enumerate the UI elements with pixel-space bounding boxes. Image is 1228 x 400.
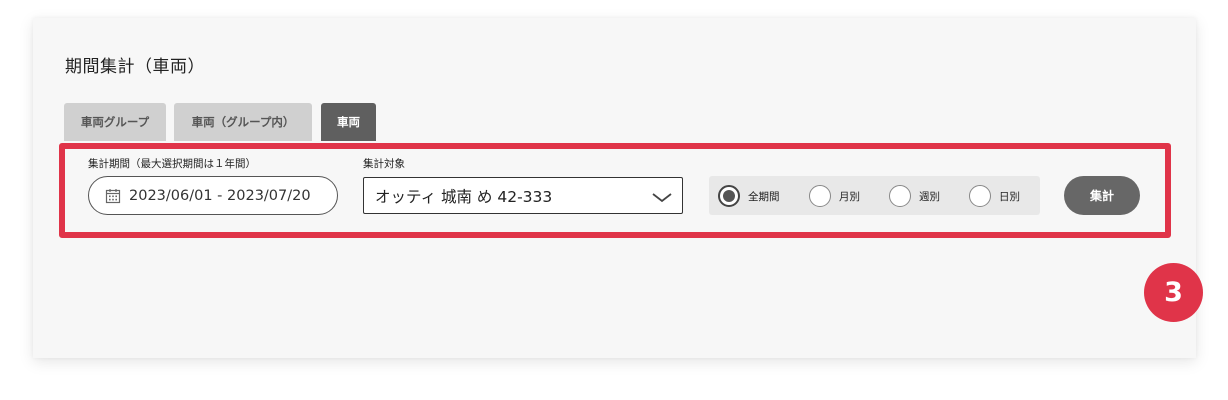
calendar-icon <box>105 188 121 204</box>
radio-all-period[interactable]: 全期間 <box>718 185 780 207</box>
tab-vehicle[interactable]: 車両 <box>321 103 376 141</box>
target-select-value: オッティ 城南 め 42-333 <box>375 187 553 206</box>
tab-vehicle-in-group[interactable]: 車両（グループ内） <box>174 103 312 141</box>
aggregation-panel: 期間集計（車両） 車両グループ 車両（グループ内） 車両 集計期間（最大選択期間… <box>33 18 1203 358</box>
radio-indicator <box>809 185 831 207</box>
radio-indicator <box>969 185 991 207</box>
aggregate-button[interactable]: 集計 <box>1064 176 1140 215</box>
step-number-badge: 3 <box>1144 263 1203 322</box>
tab-vehicle-group[interactable]: 車両グループ <box>64 103 166 141</box>
page-title: 期間集計（車両） <box>65 57 205 77</box>
date-range-value: 2023/06/01 - 2023/07/20 <box>129 187 311 204</box>
radio-label: 全期間 <box>748 190 780 203</box>
radio-monthly[interactable]: 月別 <box>809 185 860 207</box>
radio-label: 月別 <box>839 190 860 203</box>
target-label: 集計対象 <box>363 158 405 170</box>
radio-daily[interactable]: 日別 <box>969 185 1020 207</box>
radio-indicator-checked <box>718 185 740 207</box>
radio-label: 週別 <box>919 190 940 203</box>
radio-indicator <box>889 185 911 207</box>
granularity-radio-group: 全期間 月別 週別 日別 <box>709 176 1040 215</box>
radio-weekly[interactable]: 週別 <box>889 185 940 207</box>
target-select[interactable]: オッティ 城南 め 42-333 <box>363 177 683 214</box>
date-range-input[interactable]: 2023/06/01 - 2023/07/20 <box>88 176 338 215</box>
chevron-down-icon <box>652 190 672 203</box>
period-label: 集計期間（最大選択期間は１年間） <box>88 158 256 170</box>
radio-label: 日別 <box>999 190 1020 203</box>
